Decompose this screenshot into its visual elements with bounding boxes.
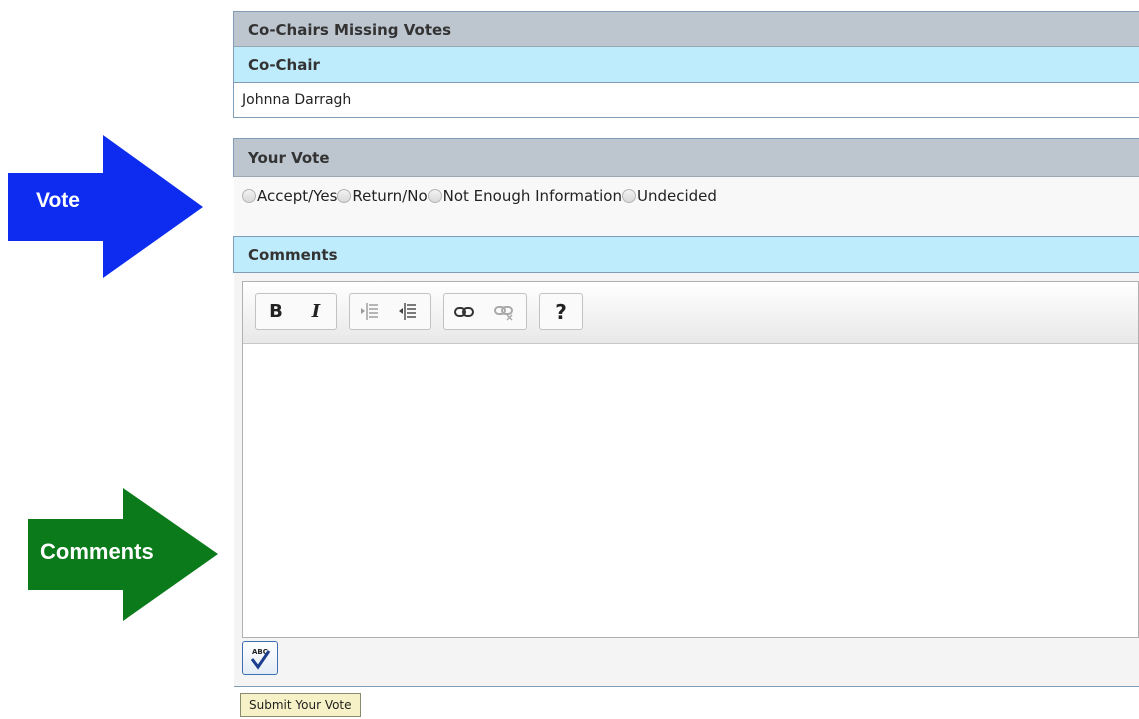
comments-textarea[interactable] bbox=[243, 344, 1138, 637]
spellcheck-bar: ABC bbox=[234, 638, 1139, 686]
your-vote-title: Your Vote bbox=[234, 138, 1139, 177]
comments-panel: Comments bbox=[233, 236, 1139, 273]
co-chair-column-header: Co-Chair bbox=[234, 47, 1139, 83]
radio-button[interactable] bbox=[427, 189, 442, 203]
vote-option-not-enough-info[interactable]: Not Enough Information bbox=[427, 187, 622, 205]
radio-button[interactable] bbox=[621, 189, 636, 203]
help-button[interactable]: ? bbox=[549, 300, 573, 324]
missing-votes-panel: Co-Chairs Missing Votes Co-Chair Johnna … bbox=[233, 11, 1139, 118]
radio-button[interactable] bbox=[337, 189, 352, 203]
unlink-icon[interactable] bbox=[492, 300, 516, 324]
your-vote-panel: Your Vote bbox=[233, 138, 1139, 177]
format-group: B I bbox=[255, 293, 337, 330]
outdent-icon[interactable] bbox=[358, 300, 382, 324]
radio-button[interactable] bbox=[242, 189, 256, 203]
spellcheck-icon: ABC bbox=[250, 648, 271, 670]
comments-title: Comments bbox=[234, 236, 1139, 273]
rich-text-editor: B I ? bbox=[242, 281, 1139, 638]
submit-vote-button[interactable]: Submit Your Vote bbox=[240, 693, 361, 717]
link-icon[interactable] bbox=[452, 300, 476, 324]
vote-option-undecided[interactable]: Undecided bbox=[621, 187, 717, 205]
link-group bbox=[443, 293, 527, 330]
help-group: ? bbox=[539, 293, 583, 330]
italic-button[interactable]: I bbox=[304, 300, 328, 324]
indent-icon[interactable] bbox=[396, 300, 420, 324]
comments-editor-area: B I ? ABC bbox=[234, 273, 1139, 687]
missing-votes-title: Co-Chairs Missing Votes bbox=[234, 11, 1139, 47]
comments-arrow-label: Comments bbox=[40, 539, 154, 564]
vote-arrow-label: Vote bbox=[36, 189, 80, 212]
vote-option-accept[interactable]: Accept/Yes bbox=[242, 187, 337, 205]
bold-button[interactable]: B bbox=[264, 300, 288, 324]
indent-group bbox=[349, 293, 431, 330]
table-row: Johnna Darragh bbox=[234, 83, 1139, 118]
vote-option-return[interactable]: Return/No bbox=[337, 187, 428, 205]
editor-toolbar: B I ? bbox=[243, 282, 1138, 344]
divider bbox=[234, 686, 1139, 687]
spellcheck-button[interactable]: ABC bbox=[242, 641, 278, 675]
vote-options: Accept/Yes Return/No Not Enough Informat… bbox=[234, 177, 1139, 236]
